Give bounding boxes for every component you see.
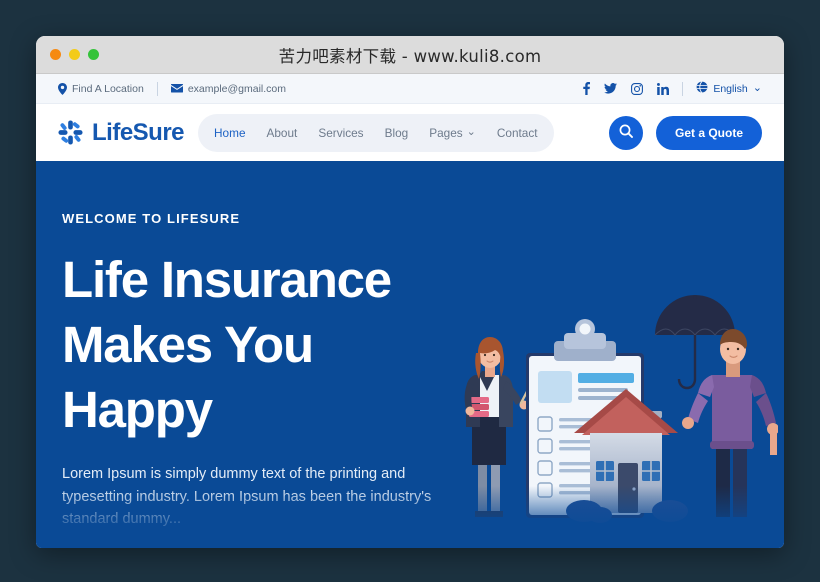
topbar-divider-2 — [682, 81, 684, 96]
pinwheel-logo-icon — [58, 120, 83, 145]
hero-title-line-2: Makes You — [62, 315, 314, 373]
hero-title-line-3: Happy — [62, 380, 213, 438]
twitter-icon[interactable] — [604, 83, 618, 94]
nav-item-blog[interactable]: Blog — [385, 126, 409, 140]
find-location-link[interactable]: Find A Location — [58, 82, 144, 95]
nav-label-home: Home — [214, 125, 246, 140]
email-label: example@gmail.com — [187, 82, 287, 95]
facebook-icon[interactable] — [583, 82, 591, 95]
primary-nav: Home About Services Blog Pages ⌄ Contact — [214, 126, 538, 140]
language-label: English — [713, 82, 748, 95]
nav-item-home[interactable]: Home — [214, 126, 245, 140]
hero-paragraph: Lorem Ipsum is simply dummy text of the … — [62, 466, 432, 528]
brand-logo[interactable]: LifeSure — [58, 118, 185, 147]
social-links[interactable] — [583, 82, 670, 95]
hero-illustration — [448, 283, 779, 548]
nav-label-pages: Pages — [429, 125, 463, 140]
window-controls[interactable] — [50, 49, 99, 60]
hero-eyebrow: WELCOME TO LIFESURE — [62, 211, 241, 226]
maximize-window-button[interactable] — [88, 49, 99, 60]
page-viewport: Find A Location example@gmail.com Englis… — [36, 74, 784, 548]
find-location-label: Find A Location — [72, 82, 144, 95]
nav-label-contact: Contact — [496, 125, 538, 140]
nav-item-contact[interactable]: Contact — [497, 126, 538, 140]
instagram-icon[interactable] — [631, 82, 644, 95]
chevron-down-icon: ⌄ — [752, 82, 762, 94]
hero-title: Life Insurance Makes You Happy — [62, 248, 482, 442]
primary-nav-container: Home About Services Blog Pages ⌄ Contact — [198, 113, 554, 152]
nav-label-blog: Blog — [384, 125, 409, 140]
map-pin-icon — [58, 82, 67, 95]
illustration-man — [654, 295, 779, 517]
window-title: 苦力吧素材下载 - www.kuli8.com — [278, 46, 542, 66]
browser-window: 苦力吧素材下载 - www.kuli8.com Find A Location … — [36, 36, 784, 548]
envelope-icon — [170, 84, 183, 93]
language-selector[interactable]: English ⌄ — [696, 81, 762, 96]
nav-item-about[interactable]: About — [267, 126, 298, 140]
chevron-down-icon: ⌄ — [466, 126, 476, 138]
site-header: LifeSure Home About Services Blog Pages … — [36, 104, 784, 161]
window-titlebar: 苦力吧素材下载 - www.kuli8.com — [36, 36, 784, 74]
search-button[interactable] — [608, 115, 643, 150]
nav-label-about: About — [266, 125, 298, 140]
linkedin-icon[interactable] — [657, 82, 670, 95]
brand-name: LifeSure — [92, 118, 185, 146]
minimize-window-button[interactable] — [69, 49, 80, 60]
nav-item-pages[interactable]: Pages ⌄ — [429, 126, 476, 140]
nav-item-services[interactable]: Services — [318, 126, 363, 140]
search-icon — [619, 124, 633, 141]
utility-topbar: Find A Location example@gmail.com Englis… — [36, 74, 784, 104]
hero-section: WELCOME TO LIFESURE Life Insurance Makes… — [36, 161, 784, 548]
globe-icon — [696, 81, 708, 96]
nav-label-services: Services — [318, 125, 364, 140]
hero-title-line-1: Life Insurance — [62, 251, 392, 308]
email-link[interactable]: example@gmail.com — [170, 82, 287, 95]
topbar-divider — [156, 81, 158, 96]
get-a-quote-button[interactable]: Get a Quote — [655, 115, 762, 150]
close-window-button[interactable] — [50, 49, 61, 60]
